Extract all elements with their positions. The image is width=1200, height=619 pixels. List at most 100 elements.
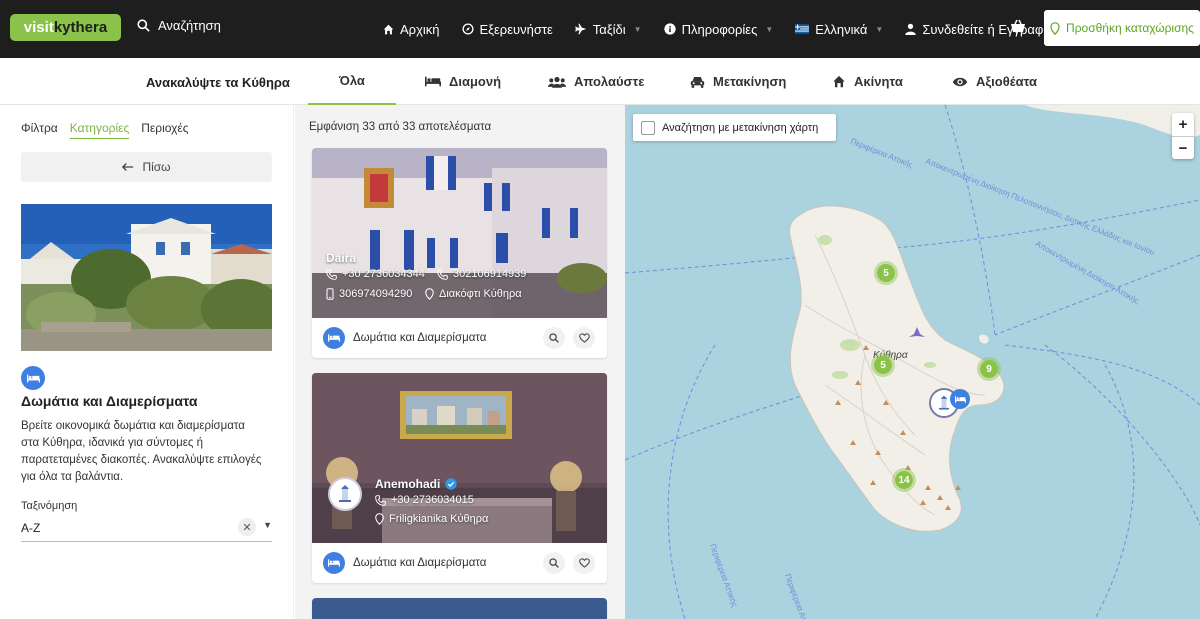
listing-card[interactable] — [312, 598, 607, 619]
svg-text:Περιφέρεια Αττικής: Περιφέρεια Αττικής — [849, 137, 914, 170]
map-pin-icon — [1050, 21, 1060, 35]
nav-home-label: Αρχική — [400, 21, 440, 37]
nav-explore-label: Εξερευνήστε — [479, 21, 553, 37]
greek-flag-icon — [795, 24, 810, 34]
svg-text:Αποκεντρωμένη Διοίκηση Αττικής: Αποκεντρωμένη Διοίκηση Αττικής — [1034, 239, 1141, 306]
sort-select[interactable]: A-Z ✕ ▼ — [21, 514, 272, 542]
listing-phone-text: +30 2736034344 — [342, 268, 425, 280]
map[interactable]: Περιφέρεια Αττικής Αποκεντρωμένη Διοίκησ… — [625, 105, 1200, 619]
sidebar-tabs: Φίλτρα Κατηγορίες Περιοχές — [21, 121, 189, 139]
arrow-left-icon — [122, 163, 134, 171]
nav-login[interactable]: Συνδεθείτε ή Εγγραφή — [905, 22, 1051, 37]
listing-card[interactable]: Anemohadi +30 2736034015 Friligkianika Κ… — [312, 373, 607, 583]
tab-sights[interactable]: Αξιοθέατα — [952, 58, 1037, 105]
listing-name-row[interactable]: Anemohadi — [375, 477, 457, 491]
tab-all[interactable]: Όλα — [308, 58, 396, 105]
bed-icon — [26, 374, 40, 382]
map-cluster[interactable]: 5 — [874, 261, 898, 285]
listing-avatar[interactable] — [328, 477, 362, 511]
zoom-icon — [549, 558, 559, 568]
search-on-move-checkbox[interactable]: Αναζήτηση με μετακίνηση χάρτη — [633, 114, 836, 141]
nav-language-label: Ελληνικά — [815, 21, 868, 37]
tab-realestate[interactable]: Ακίνητα — [832, 58, 903, 105]
category-heading: Δωμάτια και Διαμερίσματα — [21, 393, 198, 409]
listing-image[interactable]: Daira +30 2736034344 302106914939 306974… — [312, 148, 607, 318]
bed-icon — [328, 559, 340, 567]
listing-card[interactable]: Daira +30 2736034344 302106914939 306974… — [312, 148, 607, 358]
back-button-label: Πίσω — [142, 160, 171, 174]
search-link[interactable]: Αναζήτηση — [137, 18, 221, 33]
listing-phone[interactable]: +30 2736034344 — [326, 268, 425, 280]
nav-travel[interactable]: Ταξίδι ▼ — [575, 22, 642, 37]
logo-text-kythera: kythera — [53, 19, 108, 36]
filter-sidebar: Φίλτρα Κατηγορίες Περιοχές Πίσω Δωμάτια … — [0, 105, 294, 619]
listing-location-text: Διακόφτι Κύθηρα — [439, 288, 522, 300]
listing-location-text: Friligkianika Κύθηρα — [389, 513, 489, 525]
chevron-down-icon: ▼ — [633, 24, 642, 34]
top-navbar: visit kythera Αναζήτηση Αρχική Εξερευνήστ… — [0, 0, 1200, 58]
user-icon — [905, 23, 917, 35]
zoom-controls: + − — [1172, 113, 1194, 159]
plane-icon — [575, 23, 587, 35]
heart-icon — [578, 558, 590, 568]
tab-enjoy-label: Απολαύστε — [574, 74, 645, 89]
listing-mobile-text: 306974094290 — [339, 288, 413, 300]
nav-explore[interactable]: Εξερευνήστε — [461, 21, 553, 37]
quick-view-button[interactable] — [543, 327, 565, 349]
zoom-out-button[interactable]: − — [1172, 136, 1194, 159]
nav-home[interactable]: Αρχική — [383, 22, 440, 37]
search-on-move-label: Αναζήτηση με μετακίνηση χάρτη — [662, 121, 819, 134]
info-icon — [663, 23, 676, 35]
favorite-button[interactable] — [573, 327, 595, 349]
listing-image[interactable]: Anemohadi +30 2736034015 Friligkianika Κ… — [312, 373, 607, 543]
listing-footer: Δωμάτια και Διαμερίσματα — [312, 543, 607, 583]
category-badge — [323, 552, 345, 574]
main-nav: Αρχική Εξερευνήστε Ταξίδι ▼ Πληροφορίες … — [383, 0, 1051, 58]
add-listing-button[interactable]: Προσθήκη καταχώρισης — [1044, 10, 1200, 46]
checkbox-icon[interactable] — [641, 120, 655, 135]
chevron-down-icon[interactable]: ▼ — [263, 520, 272, 530]
map-pin-icon — [375, 513, 384, 525]
listing-name[interactable]: Daira — [326, 251, 356, 265]
category-bar-title: Ανακαλύψτε τα Κύθηρα — [146, 75, 290, 90]
nav-info[interactable]: Πληροφορίες ▼ — [663, 22, 774, 37]
favorite-button[interactable] — [573, 552, 595, 574]
map-cluster[interactable]: 9 — [977, 357, 1001, 381]
listing-category: Δωμάτια και Διαμερίσματα — [353, 332, 487, 344]
zoom-in-button[interactable]: + — [1172, 113, 1194, 136]
sidebar-tab-filters[interactable]: Φίλτρα — [21, 121, 58, 139]
map-cluster[interactable]: 14 — [892, 468, 916, 492]
house-icon — [833, 75, 845, 88]
bed-icon — [954, 395, 966, 403]
back-button[interactable]: Πίσω — [21, 152, 272, 182]
phone-icon — [437, 268, 448, 280]
tab-accommodation[interactable]: Διαμονή — [425, 58, 501, 105]
users-icon — [548, 76, 566, 88]
tab-accommodation-label: Διαμονή — [449, 74, 502, 89]
map-pin-icon — [425, 288, 434, 300]
chevron-down-icon: ▼ — [765, 24, 774, 34]
tab-transport-label: Μετακίνηση — [713, 74, 787, 89]
map-canvas[interactable]: Περιφέρεια Αττικής Αποκεντρωμένη Διοίκησ… — [625, 105, 1200, 619]
nav-language[interactable]: Ελληνικά ▼ — [795, 22, 883, 37]
map-accommodation-marker[interactable] — [950, 389, 970, 409]
tab-enjoy[interactable]: Απολαύστε — [548, 58, 644, 105]
add-listing-label: Προσθήκη καταχώρισης — [1066, 21, 1194, 35]
tab-transport[interactable]: Μετακίνηση — [690, 58, 786, 105]
quick-view-button[interactable] — [543, 552, 565, 574]
sidebar-tab-areas[interactable]: Περιοχές — [141, 121, 188, 139]
listing-phone[interactable]: +30 2736034015 — [375, 494, 474, 506]
listing-phone-text: +30 2736034015 — [391, 494, 474, 506]
sidebar-tab-categories[interactable]: Κατηγορίες — [69, 121, 130, 139]
listing-phone-2-text: 302106914939 — [453, 268, 527, 280]
cart-button[interactable] — [1010, 19, 1026, 38]
logo-text-visit: visit — [23, 19, 54, 36]
listing-mobile[interactable]: 306974094290 — [326, 288, 412, 300]
site-logo[interactable]: visit kythera — [10, 14, 121, 41]
listing-phone-2[interactable]: 302106914939 — [437, 268, 526, 280]
listing-name: Anemohadi — [375, 477, 441, 491]
category-image — [21, 204, 272, 351]
clear-icon[interactable]: ✕ — [238, 518, 256, 536]
map-cluster[interactable]: 5 — [871, 353, 895, 377]
verified-icon — [445, 478, 457, 490]
